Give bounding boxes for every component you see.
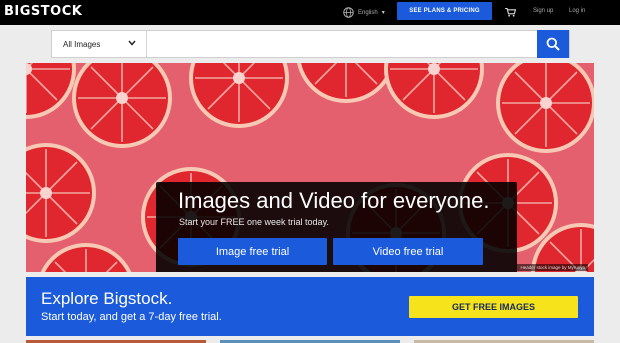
globe-icon xyxy=(343,7,354,18)
sign-up-link[interactable]: Sign up xyxy=(533,8,553,14)
hero-banner: Images and Video for everyone. Start you… xyxy=(26,63,594,272)
hero-overlay-panel: Images and Video for everyone. Start you… xyxy=(156,182,517,272)
hero-title: Images and Video for everyone. xyxy=(178,188,490,213)
get-free-images-button[interactable]: GET FREE IMAGES xyxy=(409,296,578,318)
language-label: English xyxy=(358,9,378,16)
image-credit[interactable]: Header stock image by Myrunya xyxy=(517,264,588,271)
category-selected-label: All Images xyxy=(63,39,101,49)
search-icon xyxy=(546,37,560,51)
image-free-trial-button[interactable]: Image free trial xyxy=(178,238,327,265)
search-input[interactable] xyxy=(148,31,538,57)
language-caret-icon: ▾ xyxy=(381,10,385,16)
chevron-down-icon xyxy=(128,40,136,46)
bigstock-logo[interactable]: BIGSTOCK xyxy=(4,4,82,19)
video-free-trial-button[interactable]: Video free trial xyxy=(333,238,483,265)
hero-subtitle: Start your FREE one week trial today. xyxy=(179,217,329,227)
search-button[interactable] xyxy=(537,30,569,58)
cart-icon[interactable] xyxy=(505,8,516,17)
language-selector[interactable]: English ▾ xyxy=(343,7,385,18)
search-bar: All Images xyxy=(51,30,570,58)
top-navigation-bar: BIGSTOCK English ▾ SEE PLANS & PRICING S… xyxy=(0,0,620,25)
log-in-link[interactable]: Log in xyxy=(569,8,585,14)
see-plans-pricing-button[interactable]: SEE PLANS & PRICING xyxy=(397,2,492,20)
category-dropdown[interactable]: All Images xyxy=(52,31,147,57)
promo-title: Explore Bigstock. xyxy=(41,289,173,308)
promo-banner: Explore Bigstock. Start today, and get a… xyxy=(26,277,594,336)
promo-subtitle: Start today, and get a 7-day free trial. xyxy=(41,311,222,323)
